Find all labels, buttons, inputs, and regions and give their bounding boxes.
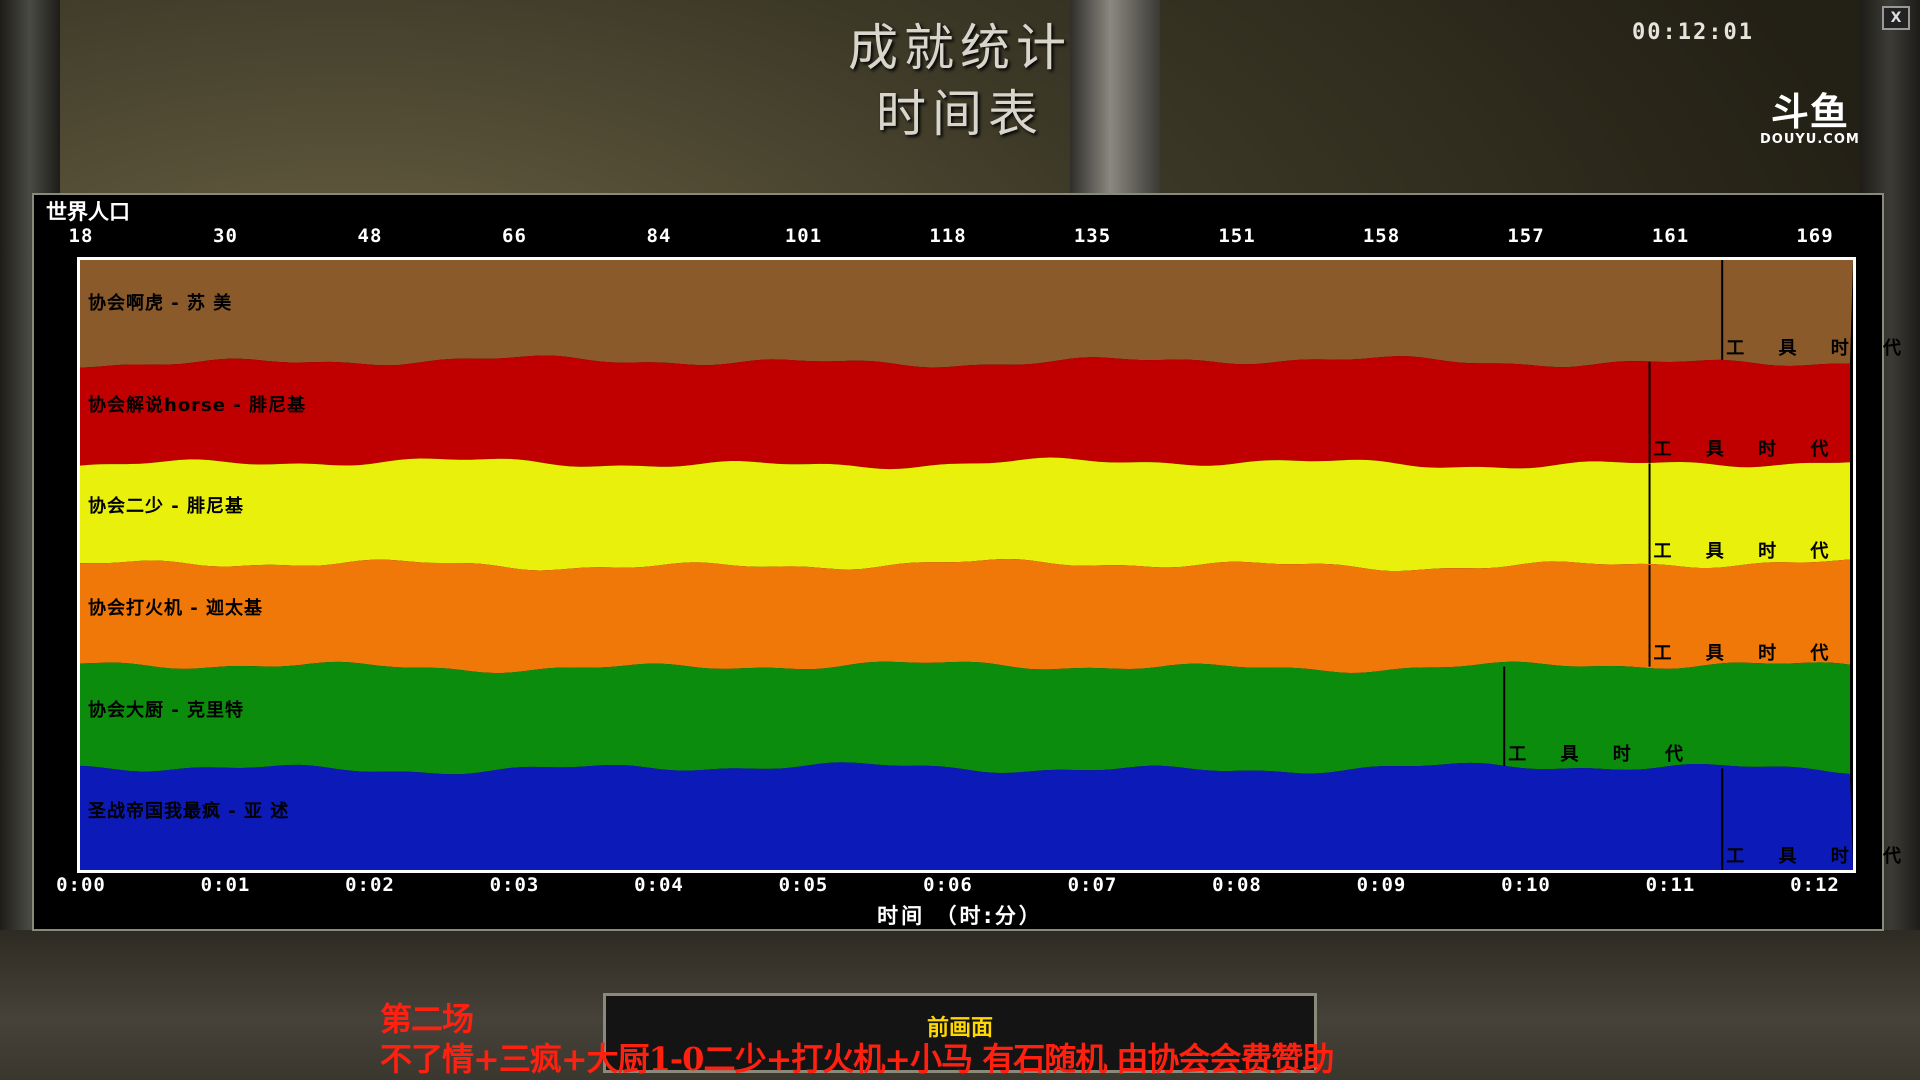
age-label: 工 具 时 代: [1653, 642, 1843, 664]
x-tick-label: 0:03: [489, 874, 540, 896]
player-name-label: 协会打火机 - 迦太基: [88, 597, 264, 619]
page-subtitle: 时间表: [876, 85, 1044, 143]
x-tick-label: 0:05: [778, 874, 829, 896]
logo-text: 斗鱼: [1770, 90, 1849, 134]
top-tick-label: 84: [646, 225, 672, 247]
x-tick-label: 0:11: [1645, 874, 1696, 896]
age-label: 工 具 时 代: [1726, 846, 1916, 867]
x-tick-label: 0:01: [200, 874, 251, 896]
population-band: [80, 558, 1850, 674]
population-band: [80, 260, 1853, 368]
top-tick-label: 48: [357, 225, 383, 247]
top-tick-label: 118: [929, 225, 967, 247]
player-name-label: 协会解说horse - 腓尼基: [88, 394, 306, 416]
population-band: [80, 762, 1853, 870]
douyu-logo: 斗鱼 DOUYU.COM: [1760, 92, 1860, 147]
stream-annotation-line2: 不了情+三疯+大厨1-0二少+打火机+小马 有石随机 由协会会费赞助: [380, 1040, 1334, 1078]
top-tick-label: 157: [1507, 225, 1545, 247]
top-tick-label: 66: [502, 225, 527, 247]
game-timer: 00:12:01: [1632, 20, 1754, 45]
x-axis-title: 时间 （时:分）: [877, 904, 1043, 928]
player-name-label: 协会啊虎 - 苏 美: [88, 292, 233, 314]
player-name-label: 协会大厨 - 克里特: [88, 699, 245, 721]
x-tick-label: 0:00: [56, 874, 106, 896]
top-tick-label: 158: [1362, 225, 1401, 247]
age-label: 工 具 时 代: [1653, 439, 1843, 461]
timeline-chart-svg: [80, 260, 1853, 870]
top-tick-label: 18: [68, 225, 94, 247]
top-tick-label: 101: [784, 225, 823, 247]
age-label: 工 具 时 代: [1726, 337, 1916, 359]
x-tick-label: 0:10: [1501, 874, 1551, 896]
top-tick-label: 30: [213, 225, 238, 247]
population-band: [80, 457, 1850, 572]
x-tick-label: 0:09: [1356, 874, 1407, 896]
top-tick-label: 161: [1651, 225, 1690, 247]
x-tick-label: 0:02: [345, 874, 395, 896]
age-label: 工 具 时 代: [1508, 744, 1698, 766]
top-tick-label: 151: [1218, 225, 1256, 247]
top-tick-label: 169: [1796, 225, 1834, 247]
x-tick-label: 0:06: [923, 874, 973, 896]
x-tick-label: 0:04: [634, 874, 684, 896]
top-tick-label: 135: [1073, 225, 1112, 247]
chart-title: 世界人口: [46, 200, 130, 224]
player-name-label: 协会二少 - 腓尼基: [88, 496, 245, 518]
timeline-chart: [77, 257, 1856, 873]
close-button[interactable]: X: [1882, 6, 1910, 30]
age-label: 工 具 时 代: [1653, 541, 1843, 562]
logo-url: DOUYU.COM: [1760, 132, 1860, 147]
population-band: [80, 355, 1850, 470]
x-tick-label: 0:12: [1790, 874, 1840, 896]
x-tick-label: 0:07: [1067, 874, 1118, 896]
player-name-label: 圣战帝国我最疯 - 亚 述: [88, 801, 290, 823]
x-tick-label: 0:08: [1212, 874, 1262, 896]
